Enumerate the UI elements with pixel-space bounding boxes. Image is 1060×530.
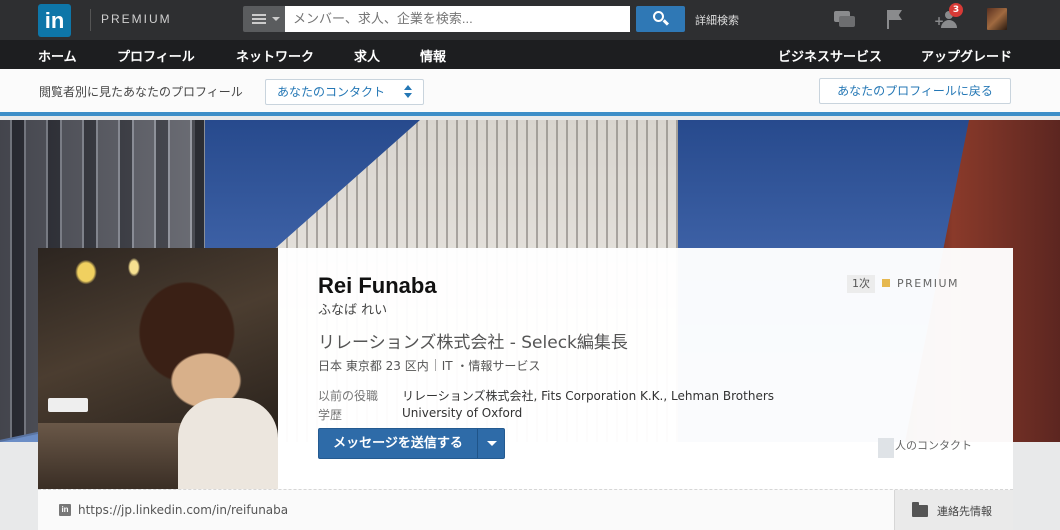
premium-badge-label: PREMIUM [897, 277, 960, 290]
divider [434, 359, 436, 371]
view-as-select-value: あなたのコンタクト [277, 85, 386, 99]
search-button[interactable] [636, 6, 685, 32]
education-label: 学歴 [318, 408, 343, 422]
education-value[interactable]: University of Oxford [402, 406, 522, 420]
public-profile-url[interactable]: https://jp.linkedin.com/in/reifunaba [78, 503, 288, 517]
search-icon-handle [662, 19, 670, 26]
divider [90, 9, 91, 31]
connections-label: 人のコンタクト [895, 439, 972, 452]
person-body [941, 20, 957, 28]
profile-name: Rei Funaba [318, 273, 437, 298]
notification-badge: 3 [949, 3, 963, 17]
flag-cloth [889, 10, 902, 20]
profile-location-industry: 日本 東京都 23 区内 IT ・情報サービス [318, 357, 540, 374]
nav-profile[interactable]: プロフィール [117, 46, 195, 65]
premium-label[interactable]: PREMIUM [101, 12, 172, 26]
flag-pole [887, 10, 889, 29]
user-avatar[interactable] [987, 8, 1007, 30]
more-actions-dropdown[interactable] [478, 429, 505, 458]
messages-icon[interactable] [832, 8, 856, 30]
send-message-button[interactable]: メッセージを送信する [319, 429, 477, 458]
connection-degree-badge: 1次 [847, 275, 875, 293]
premium-icon [882, 279, 890, 287]
nav-jobs[interactable]: 求人 [354, 46, 380, 65]
view-as-label: 閲覧者別に見たあなたのプロフィール [39, 85, 243, 99]
profile-photo[interactable] [38, 248, 278, 489]
photo-dress [178, 398, 278, 489]
profile-headline: リレーションズ株式会社 - Seleck編集長 [318, 333, 628, 353]
profile-card-main: Rei Funaba ふなば れい リレーションズ株式会社 - Seleck編集… [38, 248, 1013, 489]
photo-laptop [48, 398, 88, 412]
connections-count [878, 438, 894, 458]
linkedin-logo[interactable]: in [38, 4, 71, 37]
profile-name-kana: ふなば れい [318, 303, 388, 318]
top-bar: in PREMIUM 詳細検索 + 3 [0, 0, 1060, 40]
nav-interests[interactable]: 情報 [420, 46, 446, 65]
chevron-down-icon [272, 17, 280, 21]
contact-info-label: 連絡先情報 [937, 505, 992, 518]
profile-location[interactable]: 日本 東京都 23 区内 [318, 359, 429, 373]
search-category-dropdown[interactable] [243, 6, 285, 32]
advanced-search-link[interactable]: 詳細検索 [695, 12, 739, 28]
linkedin-small-icon: in [59, 504, 71, 516]
nav-home[interactable]: ホーム [38, 46, 77, 65]
nav-business-services[interactable]: ビジネスサービス [778, 46, 882, 65]
photo-table [38, 423, 188, 489]
list-icon [252, 14, 266, 24]
send-message-button-group: メッセージを送信する [318, 428, 505, 459]
back-to-profile-button[interactable]: あなたのプロフィールに戻る [819, 78, 1011, 104]
search-input[interactable] [285, 6, 630, 32]
profile-card: Rei Funaba ふなば れい リレーションズ株式会社 - Seleck編集… [38, 248, 1013, 530]
profile-card-footer: in https://jp.linkedin.com/in/reifunaba … [38, 489, 1013, 530]
folder-icon [912, 502, 928, 517]
profile-industry[interactable]: IT ・情報サービス [442, 359, 541, 373]
main-nav: ホーム プロフィール ネットワーク 求人 情報 ビジネスサービス アップグレード [0, 40, 1060, 69]
previous-positions-value[interactable]: リレーションズ株式会社, Fits Corporation K.K., Lehm… [402, 387, 774, 404]
flag-icon[interactable] [883, 8, 907, 30]
nav-network[interactable]: ネットワーク [236, 46, 314, 65]
view-as-select[interactable]: あなたのコンタクト [265, 79, 424, 105]
nav-upgrade[interactable]: アップグレード [921, 46, 1012, 65]
contact-info-button[interactable]: 連絡先情報 [894, 490, 1013, 530]
message-bubble [839, 16, 855, 27]
view-as-bar: 閲覧者別に見たあなたのプロフィール あなたのコンタクト あなたのプロフィールに戻… [0, 69, 1060, 116]
previous-positions-label: 以前の役職 [318, 389, 379, 403]
